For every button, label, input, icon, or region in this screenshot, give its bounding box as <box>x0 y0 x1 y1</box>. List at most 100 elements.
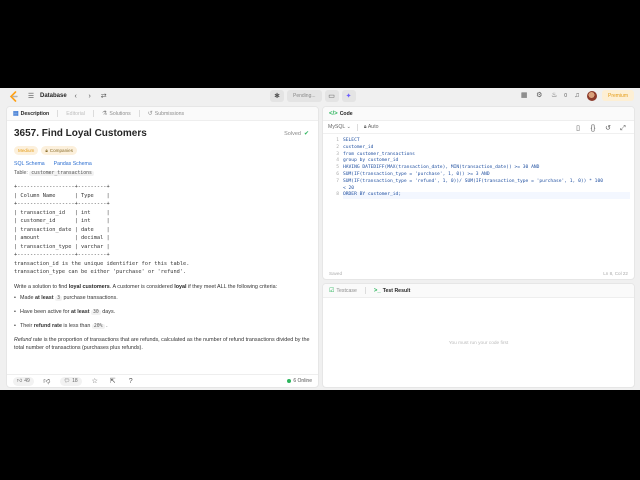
toolbar-divider <box>356 123 358 131</box>
refund-rate-definition: Refund rate is the proportion of transac… <box>14 336 311 352</box>
streak-count: 0 <box>564 92 567 99</box>
ai-button[interactable]: ✦ <box>341 90 356 102</box>
avatar[interactable] <box>586 90 597 101</box>
refund-def-text: is the proportion of transactions that a… <box>14 336 310 351</box>
criteria-bold: at least <box>34 294 54 301</box>
debug-button[interactable]: ✱ <box>270 90 284 102</box>
schema-table: +------------------+---------+ | Column … <box>14 184 190 275</box>
editor-tools: ▯ {} ↺ ⤢ <box>573 123 628 133</box>
next-problem-icon[interactable]: › <box>85 91 95 101</box>
tab-editorial-label: Editorial <box>66 110 85 117</box>
line-number: 8 <box>336 192 339 198</box>
prev-problem-icon[interactable]: ‹ <box>71 91 81 101</box>
solved-label: Solved <box>284 130 301 137</box>
leetcode-logo-icon[interactable] <box>9 91 19 102</box>
online-dot-icon <box>287 379 292 383</box>
tab-description[interactable]: ▤ Description <box>13 110 50 118</box>
list-icon[interactable]: ☰ <box>26 91 36 101</box>
tab-testcase-label: Testcase <box>336 287 357 294</box>
flask-icon: ⚗ <box>101 111 108 117</box>
tab-code[interactable]: </> Code <box>329 111 353 117</box>
comment-icon: 💬︎ <box>63 378 71 384</box>
description-footer: 👍︎ 49 👎︎ 💬︎ 18 ☆ ⇱ ? 6 Online <box>7 374 318 387</box>
bookmark-icon[interactable]: ▯ <box>573 123 583 133</box>
test-panel: ☑ Testcase >_ Test Result You must run y… <box>322 283 635 388</box>
reset-icon[interactable]: ↺ <box>603 123 613 133</box>
tab-divider <box>138 110 140 117</box>
editor-status-bar: Saved Ln 8, Col 22 <box>323 268 634 279</box>
star-icon[interactable]: ☆ <box>90 376 100 386</box>
language-label: MySQL <box>328 124 346 130</box>
pending-button[interactable]: Pending... <box>287 90 322 102</box>
companies-tag[interactable]: 🔒︎ Companies <box>41 146 78 155</box>
code-editor[interactable]: 12345678 SELECT customer_id from customer_… <box>323 135 634 255</box>
tab-testcase[interactable]: ☑ Testcase <box>329 287 357 295</box>
checkbox-icon: ☑ <box>329 288 335 294</box>
braces-icon[interactable]: {} <box>588 123 598 133</box>
auto-toggle[interactable]: 🔒︎ Auto <box>364 124 379 131</box>
tab-submissions[interactable]: ↺ Submissions <box>147 110 184 118</box>
thumbs-down-icon[interactable]: 👎︎ <box>42 376 52 386</box>
notes-button[interactable]: ▭ <box>324 90 339 102</box>
tab-description-label: Description <box>20 110 50 117</box>
sql-schema-link[interactable]: SQL Schema <box>14 161 45 167</box>
criteria-code: 20% <box>91 323 105 329</box>
refund-term: Refund rate <box>14 336 43 343</box>
fire-icon[interactable]: ♨ <box>549 91 559 101</box>
pandas-schema-link[interactable]: Pandas Schema <box>54 161 92 167</box>
list-item: Their refund rate is less than 20% . <box>14 322 311 331</box>
companies-label: Companies <box>49 148 74 153</box>
like-count: 49 <box>24 378 30 384</box>
task-end: if they meet ALL the following criteria: <box>186 283 278 290</box>
problem-list-title[interactable]: Database <box>40 93 67 99</box>
lock-icon: 🔒︎ <box>45 148 48 153</box>
online-count: 6 Online <box>293 378 312 384</box>
comments-button[interactable]: 💬︎ 18 <box>59 376 82 386</box>
leetcode-window: ☰ Database ‹ › ⇄ ✱ Pending... ▭ ✦ ▦ ⚙ ♨ … <box>0 88 640 390</box>
shuffle-icon[interactable]: ⇄ <box>99 91 109 101</box>
premium-button[interactable]: Premium <box>601 90 634 101</box>
code-line: customer_id <box>343 144 374 150</box>
table-label: Table: customer_transactions <box>14 170 311 176</box>
fullscreen-icon[interactable]: ⤢ <box>618 123 628 133</box>
language-select[interactable]: MySQL ⌄ <box>328 124 351 130</box>
criteria-code: 30 <box>91 309 101 315</box>
help-icon[interactable]: ? <box>126 376 136 386</box>
cursor-position: Ln 8, Col 22 <box>603 271 628 276</box>
code-text[interactable]: SELECT customer_id from customer_transacti… <box>343 135 630 200</box>
tab-test-result-label: Test Result <box>382 287 411 294</box>
task-bold-loyal-customers: loyal customers <box>68 283 110 290</box>
settings-icon[interactable]: ⚙ <box>534 91 544 101</box>
terminal-icon: >_ <box>373 287 381 294</box>
layout-icon[interactable]: ▦ <box>519 91 529 101</box>
user-controls: ▦ ⚙ ♨ 0 ♫ Premium <box>519 90 634 101</box>
list-item: Have been active for at least 30 days. <box>14 308 311 317</box>
criteria-bold: at least <box>70 308 90 315</box>
tab-test-result[interactable]: >_ Test Result <box>374 288 410 294</box>
line-number: 6 <box>336 171 339 177</box>
history-icon: ↺ <box>147 111 153 117</box>
saved-status: Saved <box>329 271 343 276</box>
code-line: SELECT <box>343 138 360 143</box>
line-number: 7 <box>336 178 339 184</box>
description-panel: ▤ Description Editorial ⚗ Solutions ↺ Su… <box>6 106 319 388</box>
criteria-bold: refund rate <box>33 322 62 329</box>
line-number: 5 <box>336 165 339 171</box>
online-indicator: 6 Online <box>287 378 312 384</box>
code-tabbar: </> Code <box>323 107 634 121</box>
top-nav: ☰ Database ‹ › ⇄ ✱ Pending... ▭ ✦ ▦ ⚙ ♨ … <box>0 88 640 105</box>
share-icon[interactable]: ⇱ <box>108 376 118 386</box>
tab-solutions[interactable]: ⚗ Solutions <box>101 110 131 118</box>
line-numbers: 12345678 <box>329 135 339 199</box>
problem-list-nav: ☰ Database ‹ › ⇄ <box>26 91 109 101</box>
bell-icon[interactable]: ♫ <box>572 91 582 101</box>
task-mid: . A customer is considered <box>109 283 175 290</box>
code-line: ORDER BY customer_id; <box>343 192 630 200</box>
tab-editorial[interactable]: Editorial <box>66 111 85 117</box>
description-tabbar: ▤ Description Editorial ⚗ Solutions ↺ Su… <box>7 107 318 121</box>
code-line: SUM(IF(transaction_type = 'refund', 1, 0… <box>343 178 603 184</box>
criteria-list: Made at least 3 purchase transactions. H… <box>14 294 311 331</box>
like-button[interactable]: 👍︎ 49 <box>13 376 34 386</box>
comment-count: 18 <box>72 378 78 384</box>
document-icon: ▤ <box>13 111 19 117</box>
